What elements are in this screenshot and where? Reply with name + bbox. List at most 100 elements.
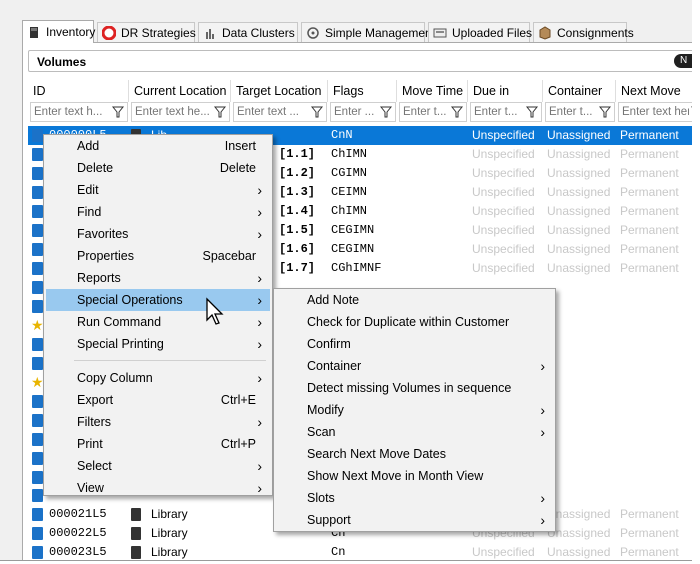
menu-item-reports[interactable]: Reports › (46, 267, 270, 289)
filter-input[interactable] (619, 103, 689, 120)
filter-input[interactable] (400, 103, 449, 120)
filter-funnel-icon[interactable] (213, 105, 227, 119)
menu-item-special-printing[interactable]: Special Printing › (46, 333, 270, 355)
filter-funnel-icon[interactable] (310, 105, 324, 119)
menu-item-shortcut: Delete (219, 161, 256, 175)
volume-icon (32, 262, 43, 275)
next-move-cell: Permanent (620, 261, 679, 275)
tab-label: Uploaded Files (452, 25, 533, 40)
tab-label: Inventory (46, 25, 96, 39)
tab-consignments[interactable]: Consignments (533, 22, 634, 42)
submenu-item-check-for-duplicate-within-customer[interactable]: Check for Duplicate within Customer (276, 311, 553, 333)
tab-data-clusters[interactable]: Data Clusters (198, 22, 298, 42)
menu-item-add[interactable]: Add Insert (46, 135, 270, 157)
volume-icon (32, 357, 43, 370)
volume-icon (32, 527, 43, 540)
submenu-item-modify[interactable]: Modify › (276, 399, 553, 421)
menu-item-copy-column[interactable]: Copy Column › (46, 367, 270, 389)
tab-inventory[interactable]: Inventory (22, 20, 96, 43)
target-cell: [1.3] (279, 185, 316, 199)
tab-simple-management[interactable]: Simple Management (301, 22, 435, 42)
flags-cell: CEGIMN (331, 223, 375, 237)
column-header-id[interactable]: ID (28, 80, 129, 102)
due-cell: Unspecified (472, 261, 535, 275)
menu-item-label: Filters (77, 415, 112, 429)
menu-item-run-command[interactable]: Run Command › (46, 311, 270, 333)
menu-item-export[interactable]: Export Ctrl+E (46, 389, 270, 411)
menu-item-view[interactable]: View › (46, 477, 270, 499)
files-icon (433, 28, 447, 37)
menu-item-label: Scan (307, 425, 336, 439)
next-move-cell: Permanent (620, 204, 679, 218)
menu-item-shortcut: Ctrl+P (220, 437, 256, 451)
column-header-flags[interactable]: Flags (328, 80, 397, 102)
filter-funnel-icon[interactable] (111, 105, 125, 119)
column-header-target-location[interactable]: Target Location (231, 80, 328, 102)
filter-input[interactable] (31, 103, 110, 120)
submenu-item-scan[interactable]: Scan › (276, 421, 553, 443)
volume-icon (32, 546, 43, 559)
tab-uploaded-files[interactable]: Uploaded Files (428, 22, 533, 42)
filter-input[interactable] (132, 103, 212, 120)
favorite-star-icon: ★ (31, 374, 44, 390)
menu-item-favorites[interactable]: Favorites › (46, 223, 270, 245)
tab-dr-strategies[interactable]: DR Strategies (97, 22, 196, 42)
volume-icon (32, 205, 43, 218)
menu-item-filters[interactable]: Filters › (46, 411, 270, 433)
menu-item-edit[interactable]: Edit › (46, 179, 270, 201)
menu-item-label: Edit (77, 183, 99, 197)
submenu-arrow-icon: › (257, 182, 262, 198)
volume-icon (32, 224, 43, 237)
column-header-move-time[interactable]: Move Time (397, 80, 468, 102)
volume-icon (32, 243, 43, 256)
filter-funnel-icon[interactable] (450, 105, 464, 119)
table-row[interactable]: 000023L5 Library Cn Unspecified Unassigned Pe… (28, 543, 694, 560)
submenu-item-show-next-move-in-month-view[interactable]: Show Next Move in Month View (276, 465, 553, 487)
menu-item-find[interactable]: Find › (46, 201, 270, 223)
submenu-item-slots[interactable]: Slots › (276, 487, 553, 509)
menu-item-print[interactable]: Print Ctrl+P (46, 433, 270, 455)
next-move-cell: Permanent (620, 128, 679, 142)
next-move-cell: Permanent (620, 185, 679, 199)
lifebuoy-icon (102, 25, 116, 40)
due-cell: Unspecified (472, 242, 535, 256)
submenu-item-confirm[interactable]: Confirm (276, 333, 553, 355)
container-cell: Unassigned (547, 242, 611, 256)
column-header-current-location[interactable]: Current Location (129, 80, 231, 102)
column-filter (131, 102, 230, 122)
column-header-container[interactable]: Container (543, 80, 616, 102)
flags-cell: Cn (331, 545, 346, 559)
menu-separator (74, 360, 266, 361)
menu-item-properties[interactable]: Properties Spacebar (46, 245, 270, 267)
filter-funnel-icon[interactable] (379, 105, 393, 119)
id-cell: 000023L5 (49, 545, 107, 559)
menu-item-select[interactable]: Select › (46, 455, 270, 477)
flags-cell: CGIMN (331, 166, 368, 180)
filter-input[interactable] (234, 103, 309, 120)
filter-input[interactable] (471, 103, 524, 120)
menu-item-delete[interactable]: Delete Delete (46, 157, 270, 179)
submenu-item-container[interactable]: Container › (276, 355, 553, 377)
submenu-item-detect-missing-volumes-in-sequence[interactable]: Detect missing Volumes in sequence (276, 377, 553, 399)
column-header-due-in[interactable]: Due in (468, 80, 543, 102)
submenu-item-search-next-move-dates[interactable]: Search Next Move Dates (276, 443, 553, 465)
column-header-next-move[interactable]: Next Move (616, 80, 694, 102)
menu-item-label: Export (77, 393, 114, 407)
menu-item-label: Slots (307, 491, 335, 505)
due-cell: Unspecified (472, 166, 535, 180)
filter-funnel-icon[interactable] (598, 105, 612, 119)
submenu-arrow-icon: › (257, 370, 262, 386)
column-filter (399, 102, 467, 122)
filter-input[interactable] (546, 103, 597, 120)
filter-input[interactable] (331, 103, 378, 120)
submenu-item-add-note[interactable]: Add Note (276, 289, 553, 311)
library-icon (131, 508, 141, 521)
flags-cell: ChIMN (331, 147, 368, 161)
submenu-arrow-icon: › (257, 458, 262, 474)
management-icon (307, 26, 319, 39)
menu-item-special-operations[interactable]: Special Operations › (46, 289, 270, 311)
menu-item-label: Detect missing Volumes in sequence (307, 381, 512, 395)
filter-funnel-icon[interactable] (525, 105, 539, 119)
container-cell: Unassigned (547, 204, 611, 218)
submenu-item-support[interactable]: Support › (276, 509, 553, 531)
